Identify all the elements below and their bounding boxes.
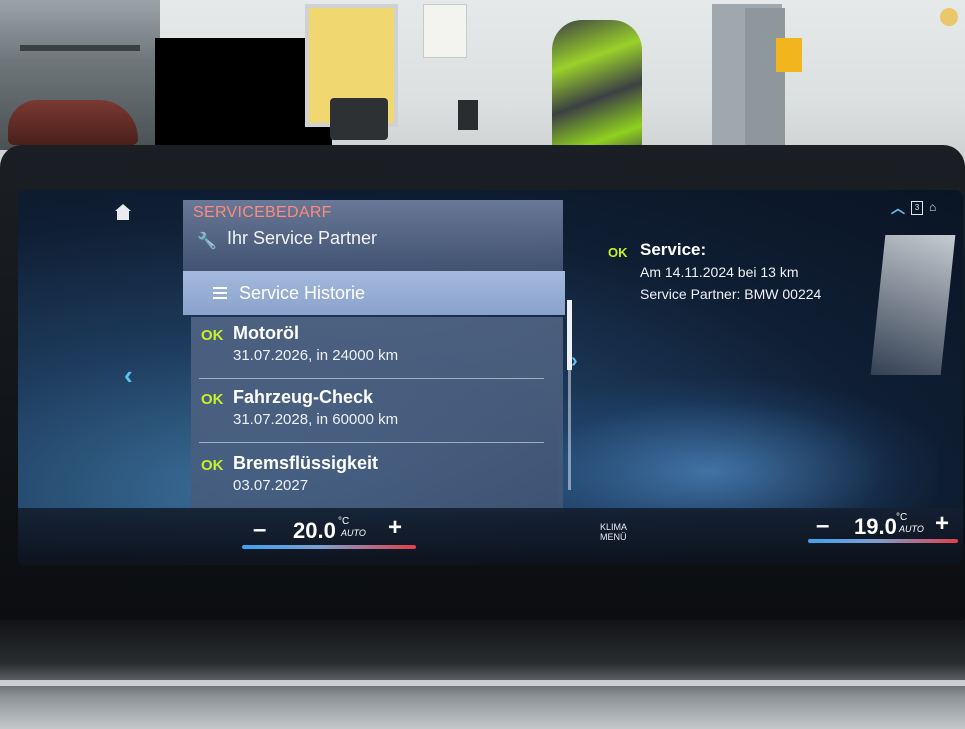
klima-menu-button[interactable]: KLIMA MENÜ <box>600 522 627 542</box>
warning-sign <box>776 38 802 72</box>
info-date: Am 14.11.2024 bei 13 km <box>640 264 799 280</box>
hanging-jacket <box>552 20 642 160</box>
item-detail: 31.07.2026, in 24000 km <box>233 347 399 364</box>
home-icon <box>115 204 131 220</box>
left-temp-plus-button[interactable]: + <box>388 514 402 542</box>
service-menu: SERVICEBEDARF 🔧 Ihr Service Partner Serv… <box>183 200 565 512</box>
cabinet <box>330 98 388 140</box>
list-item-fahrzeug-check[interactable]: OK Fahrzeug-Check 31.07.2028, in 60000 k… <box>191 381 557 443</box>
nav-right-arrow-icon[interactable]: › <box>571 350 578 373</box>
infotainment-screen: ‹ › SERVICEBEDARF 🔧 Ihr Service Partner … <box>18 190 963 565</box>
right-temp-plus-button[interactable]: + <box>935 510 949 538</box>
chevron-up-icon[interactable]: ︿ <box>891 198 905 218</box>
left-temp-slider[interactable] <box>242 545 416 549</box>
right-temp-unit: °C <box>896 512 908 523</box>
left-temp-value: 20.0 <box>293 518 336 543</box>
scrollbar[interactable] <box>567 300 572 490</box>
left-temp-unit: °C <box>338 516 350 527</box>
status-bar: ︿ 3 ⌂ <box>891 198 945 218</box>
item-name: Fahrzeug-Check <box>233 387 374 407</box>
climate-bar: – 20.0 °C AUTO + KLIMA MENÜ – 19.0 °C AU… <box>18 508 963 565</box>
boiler <box>423 4 467 58</box>
status-badge: OK <box>608 245 628 260</box>
menu-item-label: Ihr Service Partner <box>227 228 378 248</box>
info-title: Service: <box>640 240 707 259</box>
history-icon <box>203 285 229 301</box>
left-temp-mode: AUTO <box>341 528 366 538</box>
lamp <box>940 8 958 26</box>
wrench-icon: 🔧 <box>197 232 217 250</box>
dashboard-trim <box>0 620 965 729</box>
left-temp-minus-button[interactable]: – <box>253 516 266 544</box>
nav-left-arrow-icon[interactable]: ‹ <box>124 360 133 391</box>
scrollbar-thumb[interactable] <box>567 300 572 370</box>
rtti-icon: ⌂ <box>929 200 937 214</box>
status-badge: OK <box>201 327 224 344</box>
status-badge: OK <box>201 457 224 474</box>
right-temp-value: 19.0 <box>854 514 897 539</box>
wall-box <box>458 100 478 130</box>
right-temp-slider[interactable] <box>808 539 958 543</box>
item-detail: 03.07.2027 <box>233 477 309 494</box>
info-partner: Service Partner: BMW 00224 <box>640 286 822 302</box>
menu-title: SERVICEBEDARF <box>193 204 332 221</box>
home-button[interactable] <box>113 202 137 226</box>
menu-item-service-partner[interactable]: 🔧 Ihr Service Partner <box>197 228 378 250</box>
battery-icon: 3 <box>911 201 923 215</box>
parked-car <box>8 100 138 145</box>
menu-label: MENÜ <box>600 532 627 542</box>
item-name: Motoröl <box>233 323 299 343</box>
service-list: OK Motoröl 31.07.2026, in 24000 km OK Fa… <box>191 317 563 512</box>
door <box>745 8 785 168</box>
menu-item-service-historie[interactable]: Service Historie <box>183 271 565 315</box>
item-detail: 31.07.2028, in 60000 km <box>233 411 399 428</box>
item-name: Bremsflüssigkeit <box>233 453 379 473</box>
klima-label: KLIMA <box>600 522 628 532</box>
status-badge: OK <box>201 391 224 408</box>
right-temp-minus-button[interactable]: – <box>816 512 829 540</box>
menu-item-label: Service Historie <box>239 282 366 303</box>
list-item-bremsfluessigkeit[interactable]: OK Bremsflüssigkeit 03.07.2027 <box>191 447 557 509</box>
right-temp-mode: AUTO <box>899 524 924 534</box>
list-item-motoroel[interactable]: OK Motoröl 31.07.2026, in 24000 km <box>191 317 557 379</box>
